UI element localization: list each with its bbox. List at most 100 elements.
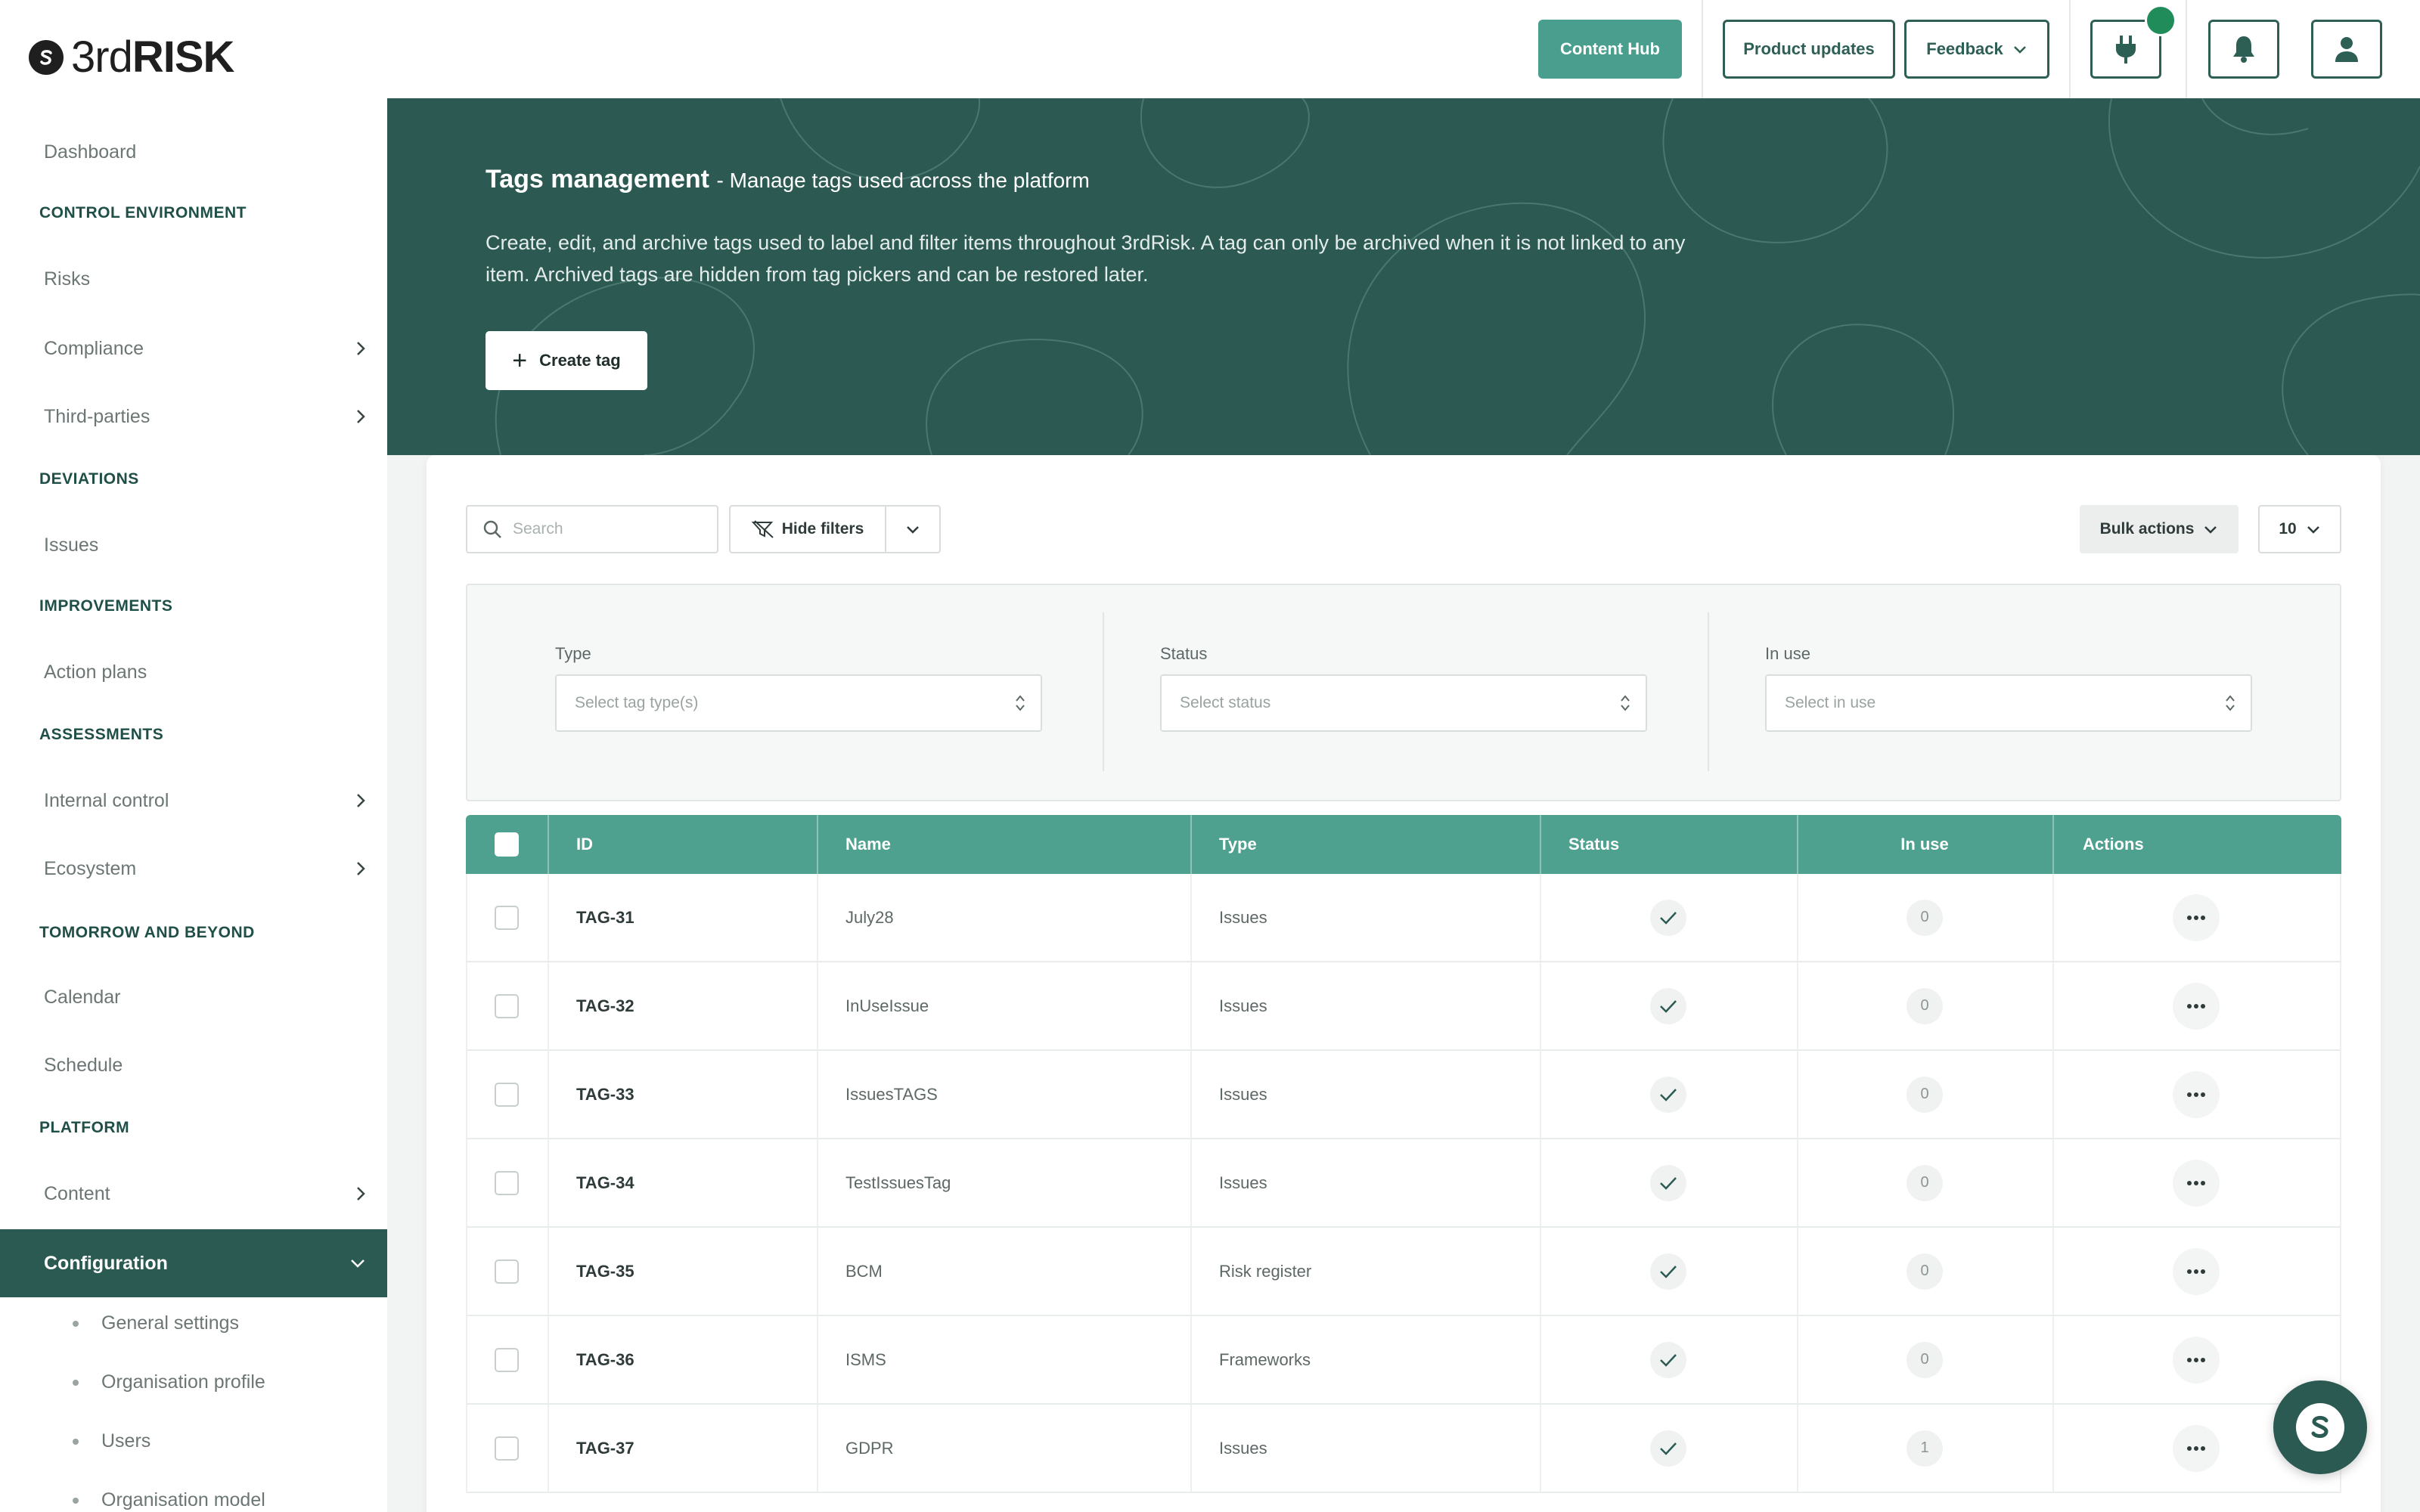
tag-id[interactable]: TAG-31 — [576, 874, 634, 961]
row-checkbox[interactable] — [495, 1347, 519, 1372]
in-use-cell: 0 — [1797, 1228, 2052, 1315]
row-checkbox[interactable] — [495, 993, 519, 1018]
divider — [1103, 612, 1104, 771]
column-header-in-use[interactable]: In use — [1797, 815, 2052, 874]
sidebar-item-dashboard[interactable]: Dashboard — [0, 125, 387, 178]
chat-launcher-button[interactable] — [2273, 1380, 2367, 1474]
sidebar-item-schedule[interactable]: Schedule — [0, 1039, 387, 1092]
page-size-select[interactable]: 10 — [2258, 505, 2341, 553]
table-row[interactable]: TAG-31 July28 Issues 0 — [466, 874, 2341, 962]
tag-id[interactable]: TAG-34 — [576, 1139, 634, 1226]
in-use-cell: 1 — [1797, 1405, 2052, 1492]
bulk-actions-button[interactable]: Bulk actions — [2080, 505, 2238, 553]
table-row[interactable]: TAG-37 GDPR Issues 1 — [466, 1405, 2341, 1493]
row-actions-button[interactable] — [2173, 894, 2220, 941]
tag-id[interactable]: TAG-32 — [576, 962, 634, 1049]
in-use-cell: 0 — [1797, 874, 2052, 961]
sidebar-item-internal-control[interactable]: Internal control — [0, 774, 387, 827]
in-use-select[interactable]: Select in use — [1765, 674, 2252, 732]
select-all-checkbox[interactable] — [495, 832, 519, 857]
type-select[interactable]: Select tag type(s) — [555, 674, 1042, 732]
row-actions-button[interactable] — [2173, 982, 2220, 1030]
section-heading: ASSESSMENTS — [39, 726, 164, 743]
row-select-cell — [495, 1139, 519, 1226]
section-heading: PLATFORM — [39, 1119, 130, 1136]
sidebar-subitem-organisation-model[interactable]: Organisation model — [73, 1489, 265, 1511]
chevron-down-icon — [351, 1259, 365, 1268]
row-actions-button[interactable] — [2173, 1247, 2220, 1295]
row-actions-button[interactable] — [2173, 1336, 2220, 1383]
section-heading: DEVIATIONS — [39, 470, 139, 488]
sidebar-item-compliance[interactable]: Compliance — [0, 322, 387, 375]
content-hub-button[interactable]: Content Hub — [1538, 20, 1682, 79]
feedback-button[interactable]: Feedback — [1904, 20, 2049, 79]
sidebar-item-issues[interactable]: Issues — [0, 519, 387, 572]
table-row[interactable]: TAG-36 ISMS Frameworks 0 — [466, 1316, 2341, 1405]
sidebar-subitem-organisation-profile[interactable]: Organisation profile — [73, 1371, 265, 1393]
filter-label: Type — [555, 644, 591, 663]
status-active-badge — [1650, 1164, 1686, 1201]
row-select-cell — [495, 1051, 519, 1138]
sidebar-item-ecosystem[interactable]: Ecosystem — [0, 842, 387, 895]
chevron-right-icon — [357, 862, 365, 875]
check-icon — [1660, 1442, 1677, 1455]
tag-id[interactable]: TAG-37 — [576, 1405, 634, 1492]
notification-dot — [2145, 5, 2176, 36]
status-active-badge — [1650, 899, 1686, 936]
sidebar-item-third-parties[interactable]: Third-parties — [0, 390, 387, 443]
column-header-type[interactable]: Type — [1219, 815, 1257, 874]
logo[interactable]: 3rdRISK — [29, 35, 234, 80]
tag-id[interactable]: TAG-33 — [576, 1051, 634, 1138]
tag-id[interactable]: TAG-36 — [576, 1316, 634, 1403]
row-checkbox[interactable] — [495, 905, 519, 930]
column-header-id[interactable]: ID — [576, 815, 593, 874]
sidebar-subitem-general-settings[interactable]: General settings — [73, 1312, 239, 1334]
notifications-button[interactable] — [2208, 20, 2279, 79]
create-tag-button[interactable]: + Create tag — [486, 331, 647, 390]
row-select-cell — [495, 962, 519, 1049]
tag-name: ISMS — [845, 1349, 886, 1369]
row-checkbox[interactable] — [495, 1436, 519, 1461]
sort-arrows-icon — [1016, 695, 1025, 711]
status-cell — [1540, 1051, 1797, 1138]
hide-filters-button[interactable]: Hide filters — [729, 505, 886, 553]
column-header-status[interactable]: Status — [1568, 815, 1619, 874]
sidebar-item-configuration[interactable]: Configuration — [0, 1229, 387, 1297]
status-cell — [1540, 874, 1797, 961]
sidebar-item-action-plans[interactable]: Action plans — [0, 646, 387, 699]
search-box[interactable] — [466, 505, 718, 553]
sidebar-subitem-users[interactable]: Users — [73, 1430, 150, 1452]
product-updates-button[interactable]: Product updates — [1723, 20, 1895, 79]
search-icon — [483, 520, 501, 538]
row-select-cell — [495, 1405, 519, 1492]
status-select[interactable]: Select status — [1160, 674, 1647, 732]
row-checkbox[interactable] — [495, 1259, 519, 1284]
actions-cell — [2052, 1051, 2340, 1138]
tag-type: Frameworks — [1219, 1349, 1311, 1369]
in-use-filter: In use Select in use — [1765, 644, 2252, 732]
column-header-actions: Actions — [2083, 835, 2144, 854]
row-actions-button[interactable] — [2173, 1424, 2220, 1472]
table-row[interactable]: TAG-33 IssuesTAGS Issues 0 — [466, 1051, 2341, 1139]
table-row[interactable]: TAG-32 InUseIssue Issues 0 — [466, 962, 2341, 1051]
row-checkbox[interactable] — [495, 1082, 519, 1107]
sidebar-item-content[interactable]: Content — [0, 1167, 387, 1220]
table-row[interactable]: TAG-34 TestIssuesTag Issues 0 — [466, 1139, 2341, 1228]
sidebar-item-calendar[interactable]: Calendar — [0, 971, 387, 1024]
status-cell — [1540, 962, 1797, 1049]
sidebar-item-risks[interactable]: Risks — [0, 253, 387, 305]
filters-dropdown-button[interactable] — [885, 505, 941, 553]
row-actions-button[interactable] — [2173, 1070, 2220, 1118]
filter-icon — [751, 520, 774, 538]
column-header-name[interactable]: Name — [845, 815, 891, 874]
row-select-cell — [495, 1228, 519, 1315]
tag-name: InUseIssue — [845, 996, 929, 1015]
chevron-down-icon — [2204, 526, 2217, 534]
tag-id[interactable]: TAG-35 — [576, 1228, 634, 1315]
actions-cell — [2052, 1139, 2340, 1226]
search-input[interactable] — [513, 520, 709, 538]
row-checkbox[interactable] — [495, 1170, 519, 1195]
profile-button[interactable] — [2311, 20, 2382, 79]
table-row[interactable]: TAG-35 BCM Risk register 0 — [466, 1228, 2341, 1316]
row-actions-button[interactable] — [2173, 1159, 2220, 1207]
